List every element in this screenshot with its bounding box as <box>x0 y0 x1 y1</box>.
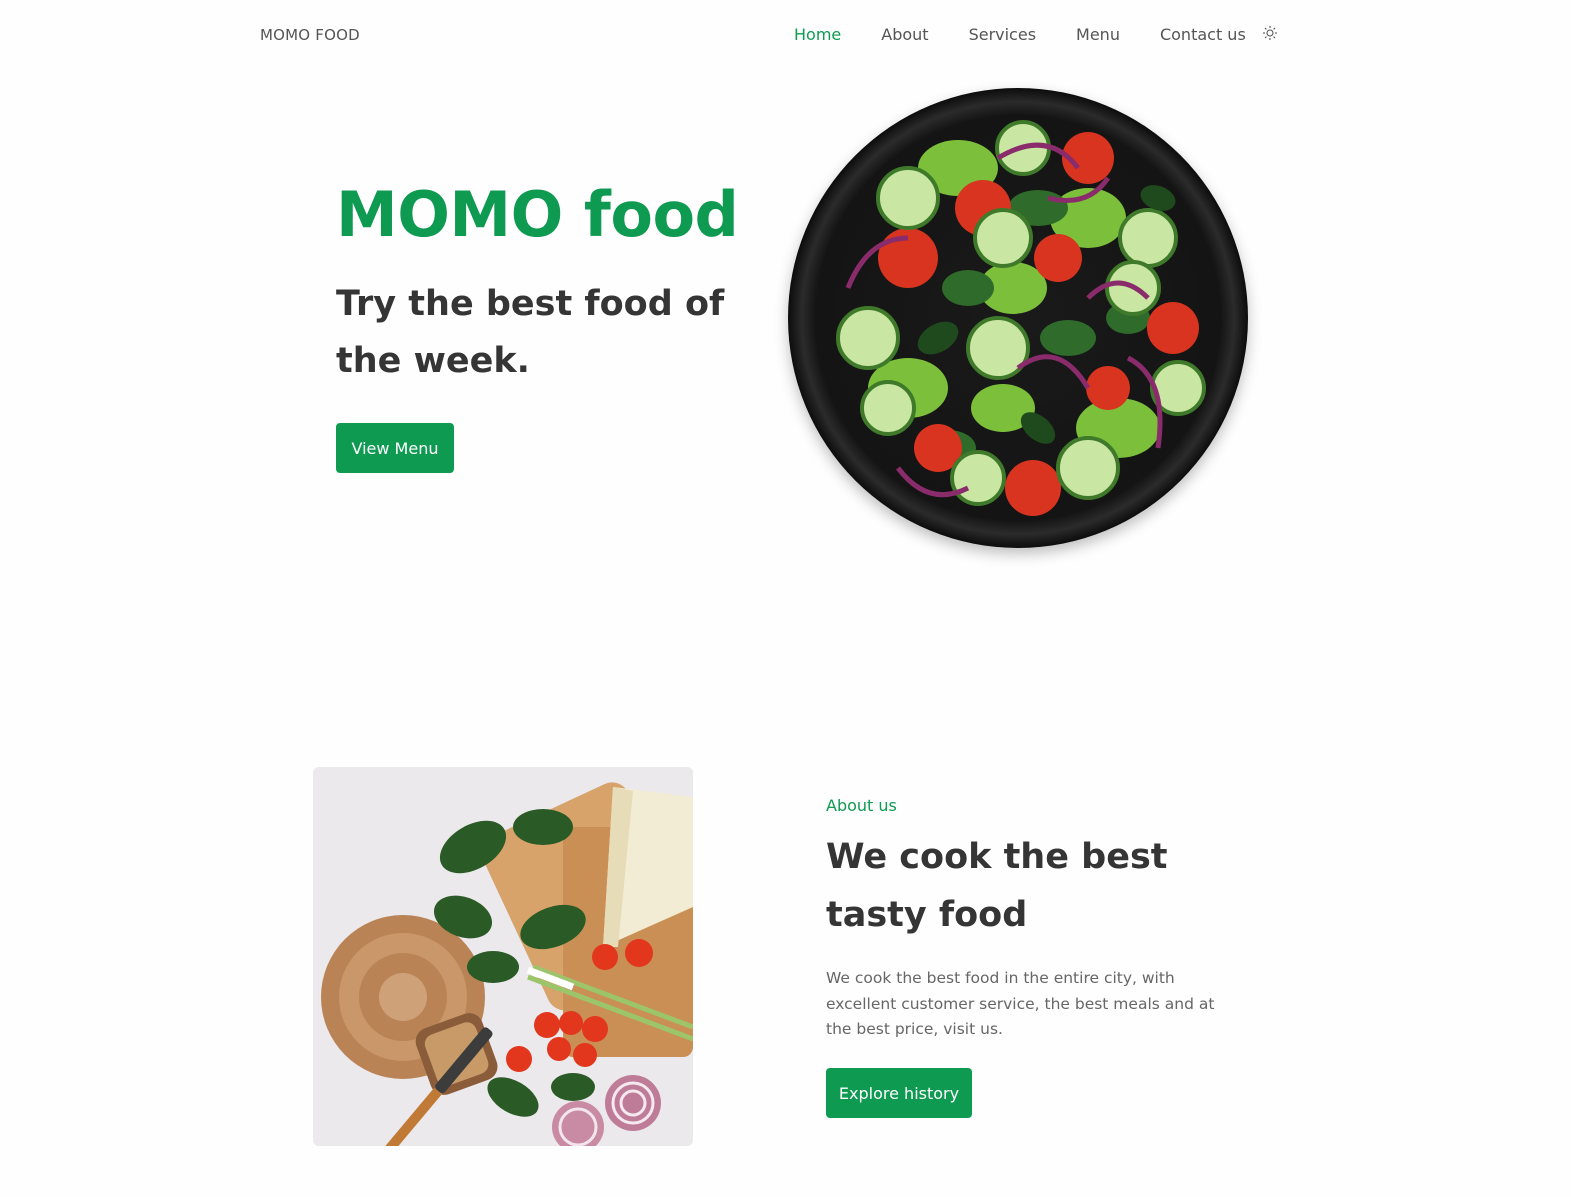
about-description: We cook the best food in the entire city… <box>826 969 1215 1038</box>
salad-plate-image <box>788 88 1248 548</box>
nav-link-menu[interactable]: Menu <box>1076 24 1120 46</box>
nav-link-services[interactable]: Services <box>969 24 1036 46</box>
hero-subtitle: Try the best food of the week. <box>336 284 725 381</box>
explore-history-button[interactable]: Explore history <box>826 1068 972 1118</box>
hero-title: MOMO food <box>336 178 739 251</box>
view-menu-button[interactable]: View Menu <box>336 423 454 473</box>
brand-logo[interactable]: MOMO FOOD <box>260 26 360 44</box>
nav-link-home[interactable]: Home <box>794 24 841 46</box>
nav-link-contact[interactable]: Contact us <box>1160 24 1246 46</box>
about-kicker: About us <box>826 796 897 815</box>
ingredients-image <box>313 767 693 1146</box>
nav-link-about[interactable]: About <box>881 24 928 46</box>
about-title: We cook the best tasty food <box>826 837 1168 935</box>
main-nav: Home About Services Menu Contact us <box>794 24 1278 46</box>
sun-icon[interactable] <box>1262 25 1278 41</box>
page: MOMO FOOD Home About Services Menu Conta… <box>0 0 1571 1197</box>
